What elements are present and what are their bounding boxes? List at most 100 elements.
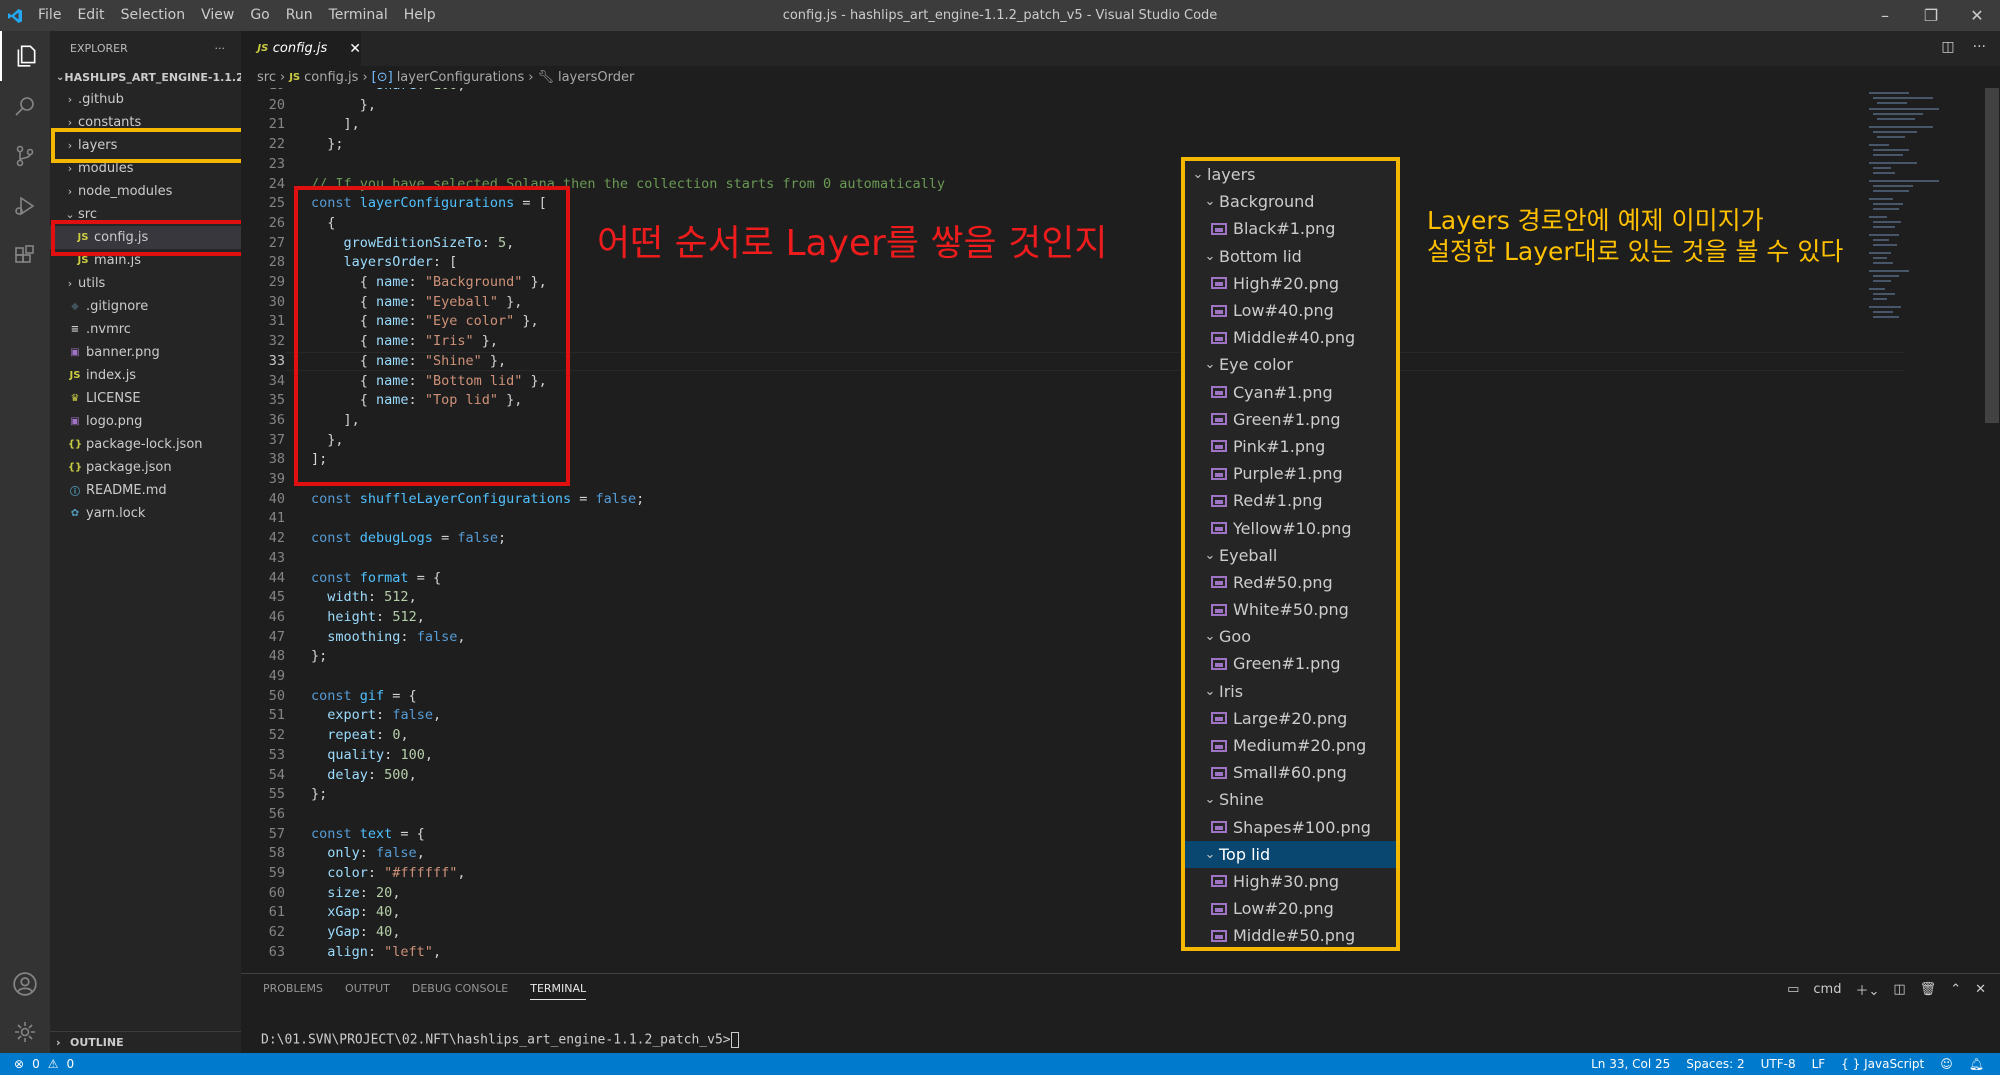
new-terminal-icon[interactable]: ＋⌄ bbox=[1855, 980, 1879, 999]
tree-item[interactable]: JS index.js bbox=[50, 364, 241, 387]
tree-item[interactable]: ⓘ README.md bbox=[50, 479, 241, 502]
workspace-root[interactable]: ⌄ HASHLIPS_ART_ENGINE-1.1.2... bbox=[50, 66, 241, 88]
tab-config-js[interactable]: JS config.js ✕ bbox=[241, 31, 361, 66]
restore-button[interactable]: ❐ bbox=[1908, 0, 1954, 31]
layer-file[interactable]: White#50.png bbox=[1185, 596, 1396, 623]
layer-folder[interactable]: ⌄ Iris bbox=[1185, 678, 1396, 705]
editor-scrollbar[interactable] bbox=[1985, 88, 1999, 973]
tree-item[interactable]: › .github bbox=[50, 88, 241, 111]
layer-file[interactable]: Shapes#100.png bbox=[1185, 814, 1396, 841]
tree-item[interactable]: ✿ yarn.lock bbox=[50, 502, 241, 525]
close-panel-icon[interactable]: ✕ bbox=[1975, 982, 1986, 997]
layer-file[interactable]: High#30.png bbox=[1185, 868, 1396, 895]
panel-tab-debug-console[interactable]: DEBUG CONSOLE bbox=[412, 982, 508, 1000]
layer-folder[interactable]: ⌄ Eye color bbox=[1185, 351, 1396, 378]
tree-item[interactable]: ≡ .nvmrc bbox=[50, 318, 241, 341]
layer-folder[interactable]: ⌄ Shine bbox=[1185, 786, 1396, 813]
layer-file[interactable]: Small#60.png bbox=[1185, 759, 1396, 786]
menu-go[interactable]: Go bbox=[242, 0, 277, 31]
extensions-icon[interactable] bbox=[0, 231, 50, 281]
layer-folder[interactable]: ⌄ Bottom lid bbox=[1185, 243, 1396, 270]
line-number: 34 bbox=[268, 372, 285, 389]
menu-selection[interactable]: Selection bbox=[113, 0, 194, 31]
tree-item[interactable]: {} package.json bbox=[50, 456, 241, 479]
panel-tab-terminal[interactable]: TERMINAL bbox=[530, 982, 587, 1000]
layer-file[interactable]: High#20.png bbox=[1185, 270, 1396, 297]
layer-file[interactable]: Medium#20.png bbox=[1185, 732, 1396, 759]
layer-file[interactable]: Large#20.png bbox=[1185, 705, 1396, 732]
vscode-logo-icon bbox=[0, 0, 30, 31]
layer-file[interactable]: Middle#40.png bbox=[1185, 324, 1396, 351]
close-tab-icon[interactable]: ✕ bbox=[349, 41, 361, 57]
layer-file[interactable]: Cyan#1.png bbox=[1185, 379, 1396, 406]
menu-help[interactable]: Help bbox=[396, 0, 444, 31]
layer-file[interactable]: Green#1.png bbox=[1185, 650, 1396, 677]
image-file-icon bbox=[1211, 413, 1227, 426]
outline-section[interactable]: › OUTLINE bbox=[50, 1031, 241, 1053]
menu-edit[interactable]: Edit bbox=[69, 0, 112, 31]
more-editor-actions-icon[interactable]: ··· bbox=[1973, 39, 1986, 55]
tree-item[interactable]: ◆ .gitignore bbox=[50, 295, 241, 318]
tree-item[interactable]: › utils bbox=[50, 272, 241, 295]
indentation[interactable]: Spaces: 2 bbox=[1686, 1057, 1744, 1071]
layer-file[interactable]: Low#20.png bbox=[1185, 895, 1396, 922]
layer-file[interactable]: Red#1.png bbox=[1185, 487, 1396, 514]
breadcrumb-property[interactable]: layersOrder bbox=[558, 70, 634, 85]
menu-file[interactable]: File bbox=[30, 0, 69, 31]
panel-tab-problems[interactable]: PROBLEMS bbox=[263, 982, 323, 1000]
tree-item[interactable]: ▣ banner.png bbox=[50, 341, 241, 364]
image-file-icon bbox=[1211, 331, 1227, 344]
layer-file[interactable]: Low#40.png bbox=[1185, 297, 1396, 324]
breadcrumb-symbol[interactable]: layerConfigurations bbox=[397, 70, 525, 85]
layer-file[interactable]: Green#1.png bbox=[1185, 406, 1396, 433]
accounts-icon[interactable] bbox=[0, 959, 50, 1009]
layer-file[interactable]: Yellow#10.png bbox=[1185, 514, 1396, 541]
kill-terminal-icon[interactable]: 🗑︎ bbox=[1920, 982, 1937, 997]
language-mode[interactable]: { } JavaScript bbox=[1841, 1057, 1924, 1071]
menu-terminal[interactable]: Terminal bbox=[321, 0, 396, 31]
source-control-icon[interactable] bbox=[0, 131, 50, 181]
minimap[interactable] bbox=[1867, 88, 1985, 973]
layer-file[interactable]: Black#1.png bbox=[1185, 215, 1396, 242]
menu-run[interactable]: Run bbox=[278, 0, 321, 31]
feedback-icon[interactable]: ☺ bbox=[1940, 1057, 1953, 1071]
layer-file[interactable]: Red#50.png bbox=[1185, 569, 1396, 596]
more-actions-button[interactable]: ··· bbox=[215, 42, 226, 55]
maximize-panel-icon[interactable]: ⌃ bbox=[1950, 982, 1961, 997]
encoding[interactable]: UTF-8 bbox=[1761, 1057, 1796, 1071]
cursor-position[interactable]: Ln 33, Col 25 bbox=[1591, 1057, 1670, 1071]
json-file-icon: {} bbox=[67, 462, 83, 473]
end-of-line[interactable]: LF bbox=[1812, 1057, 1826, 1071]
tree-item[interactable]: {} package-lock.json bbox=[50, 433, 241, 456]
panel-tab-output[interactable]: OUTPUT bbox=[345, 982, 390, 1000]
tree-item[interactable]: ▣ logo.png bbox=[50, 410, 241, 433]
manage-gear-icon[interactable] bbox=[0, 1007, 50, 1057]
layer-file[interactable]: Middle#50.png bbox=[1185, 922, 1396, 949]
notifications-bell-icon[interactable]: 🔔︎ bbox=[1969, 1057, 1984, 1071]
menu-view[interactable]: View bbox=[193, 0, 242, 31]
breadcrumb-file[interactable]: config.js bbox=[304, 70, 358, 85]
explorer-icon[interactable] bbox=[0, 31, 50, 81]
tree-item[interactable]: › node_modules bbox=[50, 180, 241, 203]
tree-item-label: LICENSE bbox=[86, 391, 141, 406]
layer-folder[interactable]: ⌄ Eyeball bbox=[1185, 542, 1396, 569]
split-terminal-icon[interactable]: ◫ bbox=[1893, 982, 1905, 997]
tree-item[interactable]: ♛ LICENSE bbox=[50, 387, 241, 410]
close-window-button[interactable]: ✕ bbox=[1954, 0, 2000, 31]
layer-file[interactable]: Purple#1.png bbox=[1185, 460, 1396, 487]
terminal-shell-label[interactable]: cmd bbox=[1813, 982, 1841, 997]
editor-scrollbar-thumb[interactable] bbox=[1985, 88, 1999, 423]
layer-folder[interactable]: ⌄ Background bbox=[1185, 188, 1396, 215]
status-left[interactable]: ⊗ 0 ⚠ 0 bbox=[14, 1057, 74, 1071]
split-editor-icon[interactable]: ◫ bbox=[1941, 39, 1954, 55]
layer-folder[interactable]: ⌄ layers bbox=[1185, 161, 1396, 188]
layer-file[interactable]: Pink#1.png bbox=[1185, 433, 1396, 460]
config-file-highlight bbox=[51, 220, 245, 256]
layer-folder[interactable]: ⌄ Goo bbox=[1185, 623, 1396, 650]
search-icon[interactable] bbox=[0, 81, 50, 131]
run-debug-icon[interactable] bbox=[0, 181, 50, 231]
terminal-output[interactable]: D:\01.SVN\PROJECT\02.NFT\hashlips_art_en… bbox=[261, 1032, 739, 1048]
minimize-button[interactable]: – bbox=[1862, 0, 1908, 31]
breadcrumb-src[interactable]: src bbox=[257, 70, 276, 85]
layer-folder[interactable]: ⌄ Top lid bbox=[1185, 840, 1396, 868]
